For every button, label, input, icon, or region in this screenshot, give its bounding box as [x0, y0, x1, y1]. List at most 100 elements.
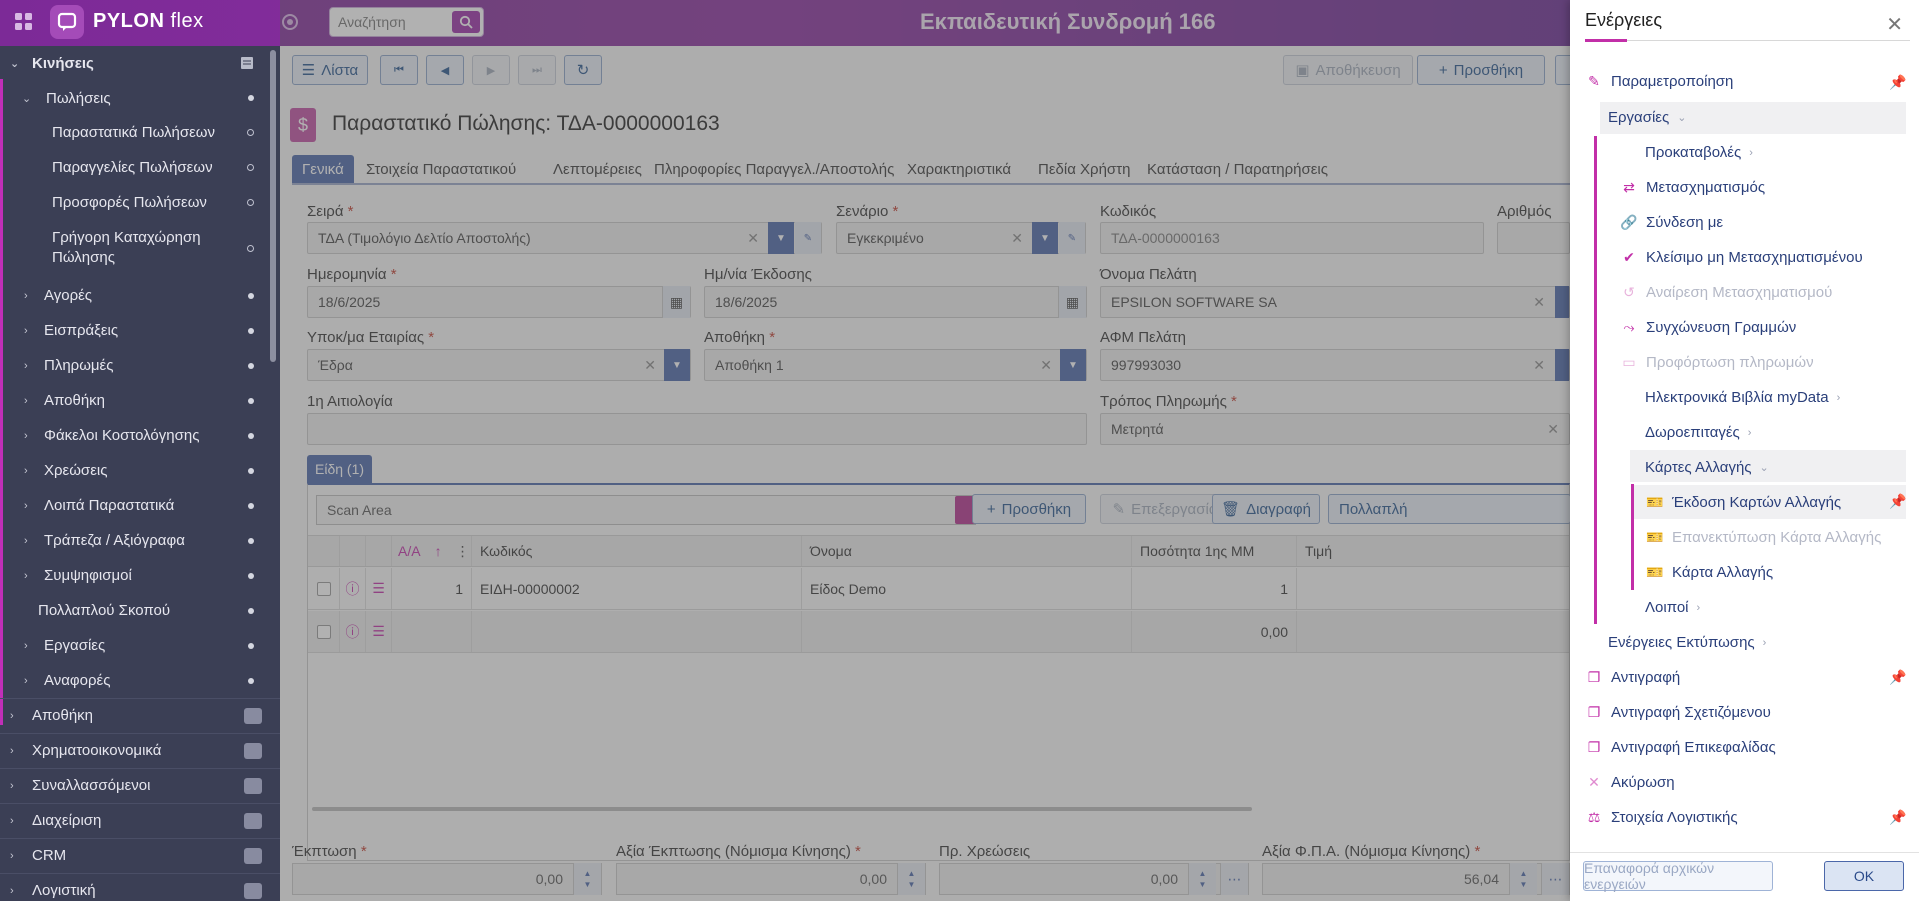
gift-card-icon: 🎫 — [1646, 494, 1664, 510]
handshake-icon — [244, 777, 262, 794]
sidebar-item-pollaplou-skopou[interactable]: Πολλαπλού Σκοπού — [0, 593, 266, 628]
reset-actions-button[interactable]: Επαναφορά αρχικών ενεργειών — [1583, 860, 1773, 892]
apps-grid-icon[interactable] — [14, 12, 34, 32]
action-syndesi-me[interactable]: 🔗 Σύνδεση με — [1620, 214, 1723, 231]
sidebar-item-paraggelies-poliseon[interactable]: Παραγγελίες Πωλήσεων — [0, 150, 266, 185]
close-icon[interactable]: ✕ — [1886, 12, 1903, 37]
chevron-right-icon: › — [24, 324, 28, 337]
sidebar-item-prosfores-poliseon[interactable]: Προσφορές Πωλήσεων — [0, 185, 266, 220]
chevron-right-icon: › — [10, 814, 14, 827]
chevron-right-icon: › — [24, 464, 28, 477]
bullet-icon — [248, 467, 254, 474]
action-karta-allagis[interactable]: 🎫 Κάρτα Αλλαγής — [1646, 564, 1773, 581]
pylon-logo-icon — [50, 5, 84, 39]
chevron-right-icon: › — [24, 639, 28, 652]
warehouse-icon — [244, 707, 262, 724]
ring-icon — [247, 129, 254, 136]
bullet-icon — [248, 397, 254, 404]
action-group-kartes-allagis[interactable]: Κάρτες Αλλαγής ⌄ — [1645, 459, 1769, 476]
sidebar-item-eispraxeis[interactable]: › Εισπράξεις — [0, 313, 266, 348]
action-profortosi[interactable]: ▭ Προφόρτωση πληρωμών — [1620, 354, 1813, 371]
chevron-right-icon: › — [1747, 426, 1752, 439]
sidebar-section-xrimatooikonomika[interactable]: › Χρηματοοικονομικά — [0, 733, 280, 767]
check-icon: ✔ — [1623, 249, 1635, 265]
action-metasximatismos[interactable]: ⇄ Μετασχηματισμός — [1620, 179, 1765, 196]
bullet-icon — [248, 642, 254, 649]
sidebar-section-diaxeirisi[interactable]: › Διαχείριση — [0, 803, 280, 837]
sidebar-item-anafores[interactable]: › Αναφορές — [0, 663, 266, 698]
pin-icon[interactable]: 📌 — [1889, 74, 1906, 90]
chevron-right-icon: › — [24, 429, 28, 442]
pin-icon[interactable]: 📌 — [1889, 493, 1906, 509]
copy-icon: ❐ — [1587, 704, 1601, 720]
pin-icon[interactable]: 📌 — [1889, 669, 1906, 685]
actions-panel: Ενέργειες ✕ ✎ Παραμετροποίηση 📌 Εργασίες ⌄… — [1570, 0, 1919, 901]
bullet-icon — [248, 537, 254, 544]
sidebar-item-kiniseis[interactable]: ⌄ Κινήσεις — [0, 46, 266, 80]
sidebar-item-ergasies[interactable]: › Εργασίες — [0, 628, 266, 663]
sidebar-section-crm[interactable]: › CRM — [0, 838, 280, 872]
chevron-right-icon: › — [24, 534, 28, 547]
sidebar-item-loipa-parastatika[interactable]: › Λοιπά Παραστατικά — [0, 488, 266, 523]
sidebar-section-apothiki[interactable]: › Αποθήκη — [0, 698, 280, 732]
bullet-icon — [248, 362, 254, 369]
action-prokatavoles[interactable]: Προκαταβολές › — [1645, 144, 1753, 161]
action-antigrafi[interactable]: ❐ Αντιγραφή — [1585, 669, 1681, 686]
sidebar-section-synallassomenoi[interactable]: › Συναλλασσόμενοι — [0, 768, 280, 802]
contact-card-icon — [244, 847, 262, 864]
action-group-ergasies[interactable]: Εργασίες ⌄ — [1608, 109, 1686, 126]
chevron-right-icon: › — [24, 289, 28, 302]
sidebar-item-apothiki[interactable]: › Αποθήκη — [0, 383, 266, 418]
action-anairesi[interactable]: ↺ Αναίρεση Μετασχηματισμού — [1620, 284, 1832, 301]
action-antigrafi-sxetizomenou[interactable]: ❐ Αντιγραφή Σχετιζόμενου — [1585, 704, 1771, 721]
sidebar-section-logistiki[interactable]: › Λογιστική — [0, 873, 280, 901]
logo-text: PYLON flex — [93, 10, 204, 32]
scales-icon: ⚖ — [1587, 809, 1601, 825]
gift-card-icon: 🎫 — [1646, 529, 1664, 545]
ok-button[interactable]: OK — [1824, 861, 1904, 891]
sidebar-item-xreoseis[interactable]: › Χρεώσεις — [0, 453, 266, 488]
chevron-down-icon: ⌄ — [1759, 462, 1769, 474]
sidebar-item-agores[interactable]: › Αγορές — [0, 278, 266, 313]
chevron-right-icon: › — [1696, 601, 1701, 614]
copy-icon: ❐ — [1587, 669, 1601, 685]
list-icon — [241, 57, 253, 69]
cancel-icon: ✕ — [1588, 774, 1600, 790]
bullet-icon — [248, 292, 254, 299]
pin-icon[interactable]: 📌 — [1889, 809, 1906, 825]
action-loipoi[interactable]: Λοιποί › — [1645, 599, 1700, 616]
ring-icon — [247, 164, 254, 171]
action-stoixeia-logistikis[interactable]: ⚖ Στοιχεία Λογιστικής — [1585, 809, 1738, 826]
action-doroepitages[interactable]: Δωροεπιταγές › — [1645, 424, 1751, 441]
sidebar-item-grigori-kataxorisi[interactable]: Γρήγορη Καταχώρηση Πώλησης — [0, 224, 266, 272]
bullet-icon — [248, 327, 254, 334]
modal-backdrop[interactable] — [280, 0, 1570, 901]
merge-icon: ⤳ — [1623, 319, 1635, 335]
sidebar-item-pliromes[interactable]: › Πληρωμές — [0, 348, 266, 383]
chevron-right-icon: › — [24, 499, 28, 512]
action-akyrosi[interactable]: ✕ Ακύρωση — [1585, 774, 1674, 791]
coins-icon — [244, 742, 262, 759]
sidebar-item-parastatika-poliseon[interactable]: Παραστατικά Πωλήσεων — [0, 115, 266, 150]
sidebar-scrollbar[interactable] — [270, 50, 276, 362]
book-icon — [244, 812, 262, 829]
sidebar-item-fakeloi-kostologisis[interactable]: › Φάκελοι Κοστολόγησης — [0, 418, 266, 453]
action-mydata[interactable]: Ηλεκτρονικά Βιβλία myData › — [1645, 389, 1840, 406]
sidebar-item-sympsifismoi[interactable]: › Συμψηφισμοί — [0, 558, 266, 593]
action-antigrafi-epikefalidas[interactable]: ❐ Αντιγραφή Επικεφαλίδας — [1585, 739, 1776, 756]
action-epanektyposi[interactable]: 🎫 Επανεκτύπωση Κάρτα Αλλαγής — [1646, 529, 1881, 546]
gift-card-icon: 🎫 — [1646, 564, 1664, 580]
ring-icon — [247, 244, 254, 252]
panel-title: Ενέργειες — [1585, 10, 1662, 30]
action-ekdosi-karton[interactable]: 🎫 Έκδοση Καρτών Αλλαγής — [1646, 494, 1841, 511]
chevron-right-icon: › — [10, 779, 14, 792]
action-energeies-ektyposis[interactable]: Ενέργειες Εκτύπωσης › — [1608, 634, 1766, 651]
action-kleisimo[interactable]: ✔ Κλείσιμο μη Μετασχηματισμένου — [1620, 249, 1863, 266]
chevron-right-icon: › — [10, 849, 14, 862]
copy-icon: ❐ — [1587, 739, 1601, 755]
sidebar-item-poliseis[interactable]: ⌄ Πωλήσεις — [0, 81, 266, 115]
action-parametropoiisi[interactable]: ✎ Παραμετροποίηση — [1585, 73, 1733, 90]
action-sygxoneusi[interactable]: ⤳ Συγχώνευση Γραμμών — [1620, 319, 1796, 336]
sidebar-item-trapeza[interactable]: › Τράπεζα / Αξιόγραφα — [0, 523, 266, 558]
transform-icon: ⇄ — [1623, 179, 1635, 195]
